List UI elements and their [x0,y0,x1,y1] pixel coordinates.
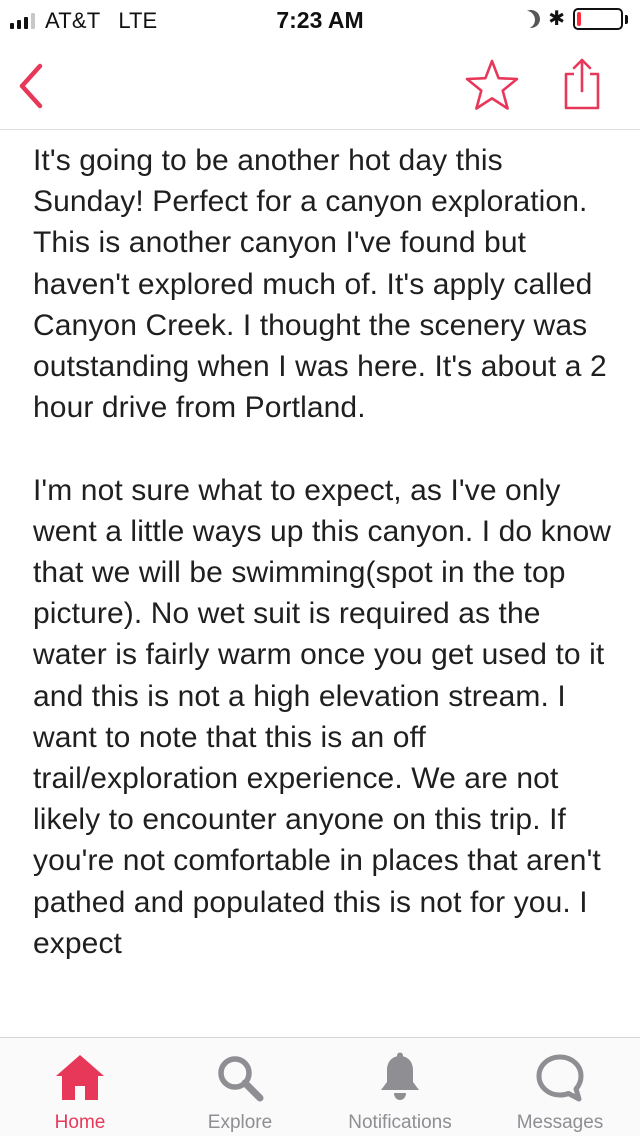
share-button[interactable] [556,56,608,112]
home-icon [56,1055,104,1100]
search-icon [218,1056,264,1102]
tab-bar: Home Explore Notifications Messages [0,1037,640,1136]
moon-icon [520,7,543,30]
article-body[interactable]: It's going to be another hot day this Su… [33,140,613,1036]
battery-nub [625,14,628,24]
article-paragraph-1: It's going to be another hot day this Su… [33,144,607,425]
article-paragraph-2: I'm not sure what to expect, as I've onl… [33,473,612,960]
back-button[interactable] [12,62,52,110]
battery-icon [573,8,623,30]
tab-label-home: Home [54,1112,106,1133]
chevron-left-icon [19,63,43,109]
share-icon [564,58,600,110]
status-right: ✱ [522,8,628,30]
star-icon [465,59,519,110]
tab-home[interactable]: Home [0,1038,160,1136]
tab-messages[interactable]: Messages [480,1038,640,1136]
tab-label-explore: Explore [207,1112,273,1133]
tab-notifications[interactable]: Notifications [320,1038,480,1136]
chat-bubble-icon [536,1054,584,1102]
bluetooth-icon: ✱ [548,8,565,30]
tab-label-messages: Messages [516,1112,604,1133]
status-bar: AT&T LTE 7:23 AM ✱ [0,0,640,40]
tab-label-notifications: Notifications [348,1112,452,1133]
favorite-button[interactable] [464,58,520,114]
tab-explore[interactable]: Explore [160,1038,320,1136]
nav-bar [0,40,640,130]
bell-icon [381,1052,419,1100]
